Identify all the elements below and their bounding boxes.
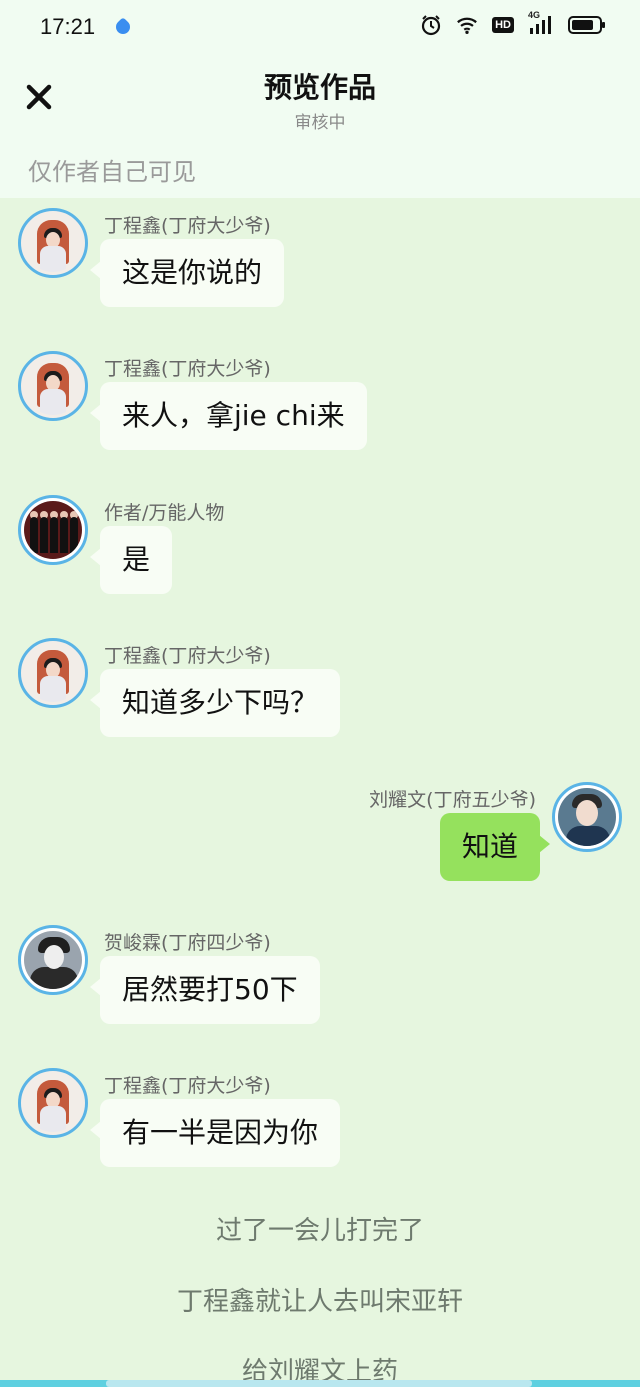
battery-fill [572,20,593,30]
message-bubble[interactable]: 知道多少下吗？ [89,669,341,737]
message-bubble[interactable]: 知道 [439,813,551,881]
narration-line: 丁程鑫就让人去叫宋亚轩 [176,1287,463,1317]
avatar[interactable] [552,782,622,852]
message-bubble[interactable]: 有一半是因为你 [89,1099,341,1167]
sender-name: 丁程鑫(丁府大少爷) [104,215,271,237]
avatar[interactable] [18,1068,88,1138]
alarm-icon [420,14,442,36]
avatar[interactable] [18,208,88,278]
sender-name: 丁程鑫(丁府大少爷) [104,358,271,380]
status-bar: 17:21 HD 4G [0,0,640,56]
sender-name: 贺峻霖(丁府四少爷) [104,932,271,954]
battery-icon [568,16,605,34]
visibility-note: 仅作者自己可见 [28,158,196,186]
message-bubble[interactable]: 是 [89,526,173,594]
sender-name: 作者/万能人物 [104,502,225,524]
network-label: 4G [528,10,541,20]
avatar[interactable] [18,925,88,995]
wifi-icon [456,14,478,36]
avatar[interactable] [18,351,88,421]
status-icons: HD 4G [420,10,605,36]
visibility-bar: 仅作者自己可见 [0,140,640,198]
narration-line: 过了一会儿打完了 [215,1216,424,1246]
signal-4g-icon: 4G [528,10,554,36]
message-bubble[interactable]: 这是你说的 [89,239,285,307]
sender-name: 丁程鑫(丁府大少爷) [104,645,271,667]
page-title: 预览作品 [263,71,376,104]
hd-icon: HD [492,17,514,33]
status-time: 17:21 [40,14,96,39]
chat-area[interactable]: 丁程鑫(丁府大少爷) 这是你说的 丁程鑫(丁府大少爷) 来人，拿jie chi来… [0,198,640,1387]
sender-name: 刘耀文(丁府五少爷) [369,789,536,811]
app-notification-icon [113,17,133,37]
message-bubble[interactable]: 居然要打50下 [90,956,320,1024]
review-status: 审核中 [294,113,346,133]
header: 预览作品 审核中 [0,56,640,140]
avatar[interactable] [18,638,88,708]
avatar[interactable] [18,495,88,565]
scroll-progress-handle[interactable] [106,1380,532,1387]
sender-name: 丁程鑫(丁府大少爷) [104,1075,271,1097]
message-bubble[interactable]: 来人，拿jie chi来 [90,382,367,450]
